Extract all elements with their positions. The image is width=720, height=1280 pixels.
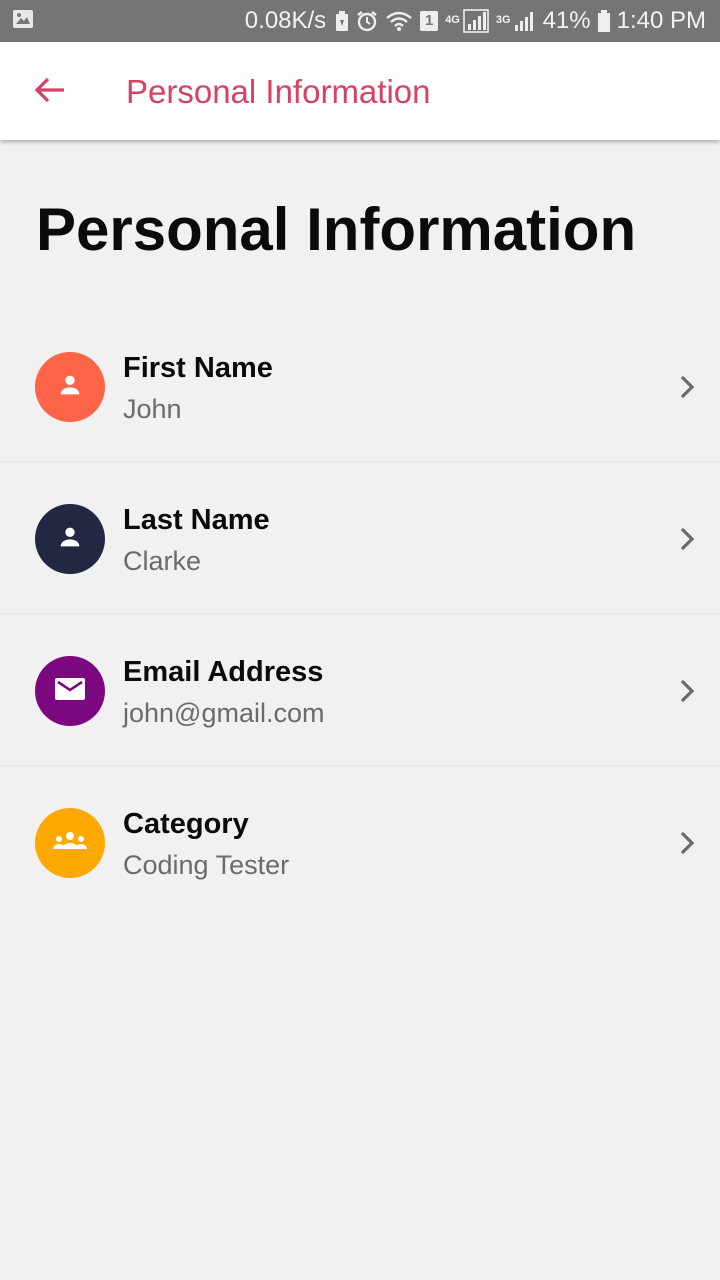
category-row[interactable]: Category Coding Tester	[0, 766, 720, 918]
notification-count: 1	[425, 12, 434, 29]
net-speed: 0.08K/s	[244, 7, 327, 34]
last-name-avatar	[35, 504, 105, 574]
email-address-row[interactable]: Email Address john@gmail.com	[0, 614, 720, 766]
network-type-3g: 3G	[495, 14, 511, 26]
battery-percent: 41%	[542, 7, 591, 34]
network-type-4g: 4G	[445, 14, 460, 26]
first-name-label: First Name	[123, 352, 273, 384]
notification-count-badge: 1	[420, 11, 439, 31]
person-icon	[56, 523, 84, 556]
email-address-value: john@gmail.com	[123, 698, 325, 728]
back-button[interactable]	[28, 72, 72, 112]
chevron-right-icon	[674, 524, 700, 554]
email-address-label: Email Address	[123, 656, 324, 688]
app-bar: Personal Information	[0, 42, 720, 140]
category-label: Category	[123, 808, 249, 840]
person-icon	[56, 371, 84, 404]
battery-icon	[597, 10, 610, 32]
last-name-row[interactable]: Last Name Clarke	[0, 462, 720, 614]
status-bar: 0.08K/s 1 4G 3G 41% 1:40 PM	[0, 0, 720, 42]
email-address-avatar	[35, 656, 105, 726]
signal-3g-icon	[514, 10, 536, 32]
category-avatar	[35, 808, 105, 878]
first-name-row[interactable]: First Name John	[0, 310, 720, 462]
alarm-icon	[356, 10, 378, 32]
arrow-left-icon	[34, 76, 66, 109]
last-name-label: Last Name	[123, 504, 270, 536]
email-icon	[54, 676, 86, 707]
chevron-right-icon	[674, 828, 700, 858]
signal-4g-icon	[463, 9, 489, 33]
first-name-avatar	[35, 352, 105, 422]
group-icon	[52, 830, 88, 857]
battery-saver-icon	[335, 11, 349, 31]
app-bar-title: Personal Information	[126, 73, 431, 110]
category-value: Coding Tester	[123, 850, 290, 880]
page-title: Personal Information	[36, 196, 637, 263]
clock: 1:40 PM	[616, 7, 706, 34]
last-name-value: Clarke	[123, 546, 202, 576]
first-name-value: John	[123, 394, 182, 424]
chevron-right-icon	[674, 372, 700, 402]
wifi-icon	[385, 10, 413, 32]
gallery-notification-icon	[12, 9, 34, 34]
chevron-right-icon	[674, 676, 700, 706]
info-list: First Name John Last Name Clarke Email A…	[0, 310, 720, 918]
